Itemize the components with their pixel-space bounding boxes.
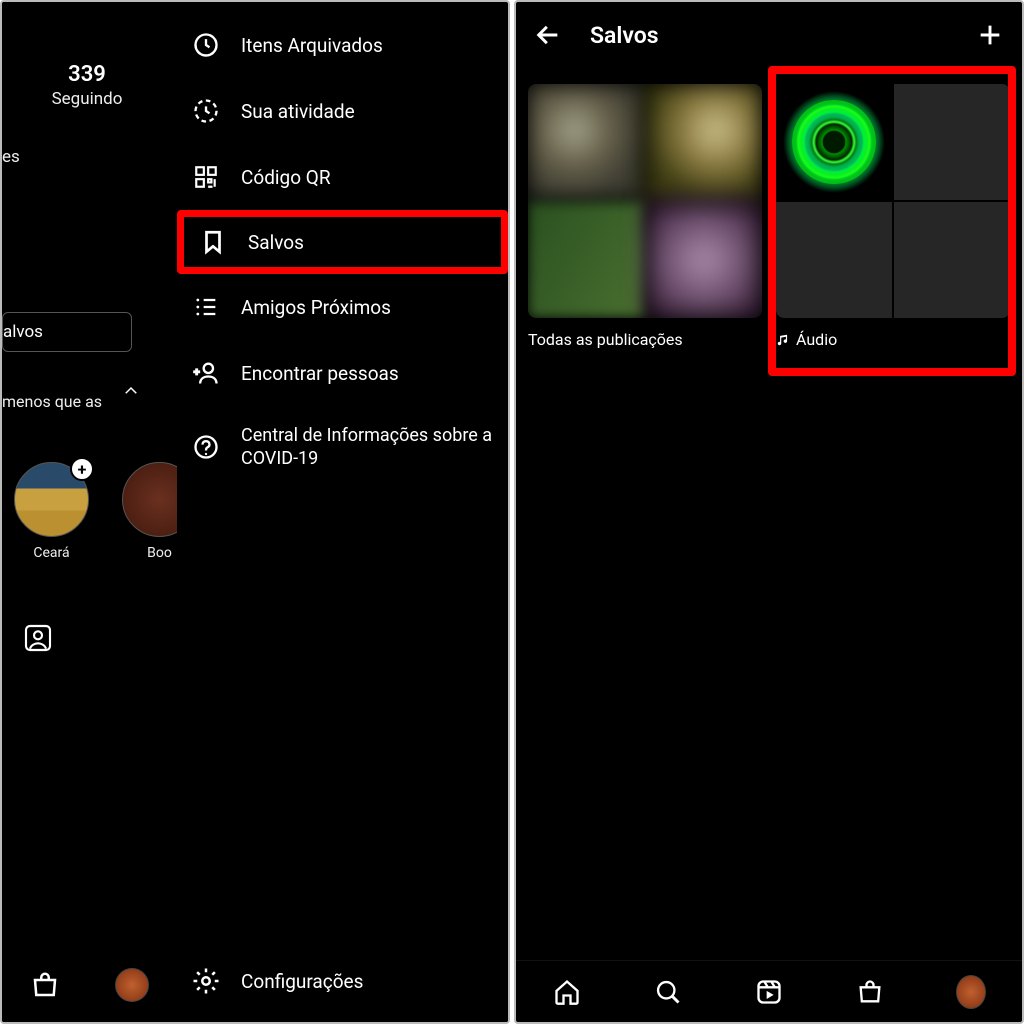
collection-label: Áudio [796, 330, 837, 349]
menu-item-covid[interactable]: Central de Informações sobre a COVID-19 [177, 406, 508, 489]
menu-item-close-friends[interactable]: Amigos Próximos [177, 274, 508, 340]
home-icon[interactable] [552, 977, 582, 1007]
search-icon[interactable] [653, 977, 683, 1007]
collections-grid: Todas as publicações Áudio [528, 84, 1010, 349]
settings-label: Configurações [241, 970, 363, 993]
bottom-nav [516, 960, 1022, 1022]
menu-item-archived[interactable]: Itens Arquivados [177, 12, 508, 78]
profile-avatar[interactable] [956, 977, 986, 1007]
menu-label: Central de Informações sobre a COVID-19 [241, 424, 494, 471]
reels-icon[interactable] [754, 977, 784, 1007]
menu-label: Itens Arquivados [241, 34, 383, 57]
chevron-up-icon[interactable] [122, 382, 140, 400]
menu-item-settings[interactable]: Configurações [177, 952, 508, 1010]
page-title: Salvos [590, 22, 659, 49]
covid-info-icon [191, 432, 221, 462]
shop-icon[interactable] [855, 977, 885, 1007]
activity-icon [191, 96, 221, 126]
tagged-tab-icon[interactable] [22, 622, 54, 654]
back-arrow-icon[interactable] [534, 21, 562, 49]
side-menu: Itens Arquivados Sua atividade Código QR… [177, 12, 508, 1022]
bookmark-icon [198, 227, 228, 257]
saved-header: Salvos [516, 2, 1022, 68]
collection-audio[interactable]: Áudio [776, 84, 1010, 349]
following-label: Seguindo [2, 89, 172, 109]
story-highlight-ceara[interactable]: + Ceará [14, 462, 89, 561]
menu-label: Encontrar pessoas [241, 362, 399, 385]
menu-item-salvos[interactable]: Salvos [177, 210, 508, 274]
menu-item-activity[interactable]: Sua atividade [177, 78, 508, 144]
menu-label: Amigos Próximos [241, 296, 391, 319]
highlight-thumbnail: + [14, 462, 89, 537]
shop-icon[interactable] [30, 970, 60, 1000]
archive-icon [191, 30, 221, 60]
menu-label: Sua atividade [241, 100, 355, 123]
collection-thumbnail [528, 84, 762, 318]
highlight-label: Ceará [14, 545, 89, 561]
saved-button-label: alvos [3, 322, 43, 342]
following-count: 339 [2, 62, 172, 87]
add-collection-icon[interactable] [976, 21, 1004, 49]
collection-all-posts[interactable]: Todas as publicações [528, 84, 762, 349]
following-stats[interactable]: es 339 Seguindo [2, 62, 172, 109]
qr-icon [191, 162, 221, 192]
suggested-text-partial: menos que as [2, 392, 102, 411]
screenshot-right: Salvos Todas as publicações [514, 0, 1024, 1024]
bottom-nav-left-partial [2, 960, 177, 1010]
collection-thumbnail [776, 84, 1010, 318]
gear-icon [191, 966, 221, 996]
collection-label: Todas as publicações [528, 330, 762, 349]
saved-button-partial[interactable]: alvos [2, 312, 132, 352]
screenshot-left: es 339 Seguindo alvos menos que as + Cea… [0, 0, 510, 1024]
discover-people-icon [191, 358, 221, 388]
menu-label: Salvos [248, 231, 304, 254]
music-note-icon [776, 333, 790, 347]
profile-avatar[interactable] [115, 968, 149, 1002]
menu-item-qr[interactable]: Código QR [177, 144, 508, 210]
followers-label-cut: es [2, 147, 20, 167]
menu-label: Código QR [241, 166, 331, 189]
plus-icon: + [70, 457, 94, 481]
menu-item-discover-people[interactable]: Encontrar pessoas [177, 340, 508, 406]
close-friends-icon [191, 292, 221, 322]
